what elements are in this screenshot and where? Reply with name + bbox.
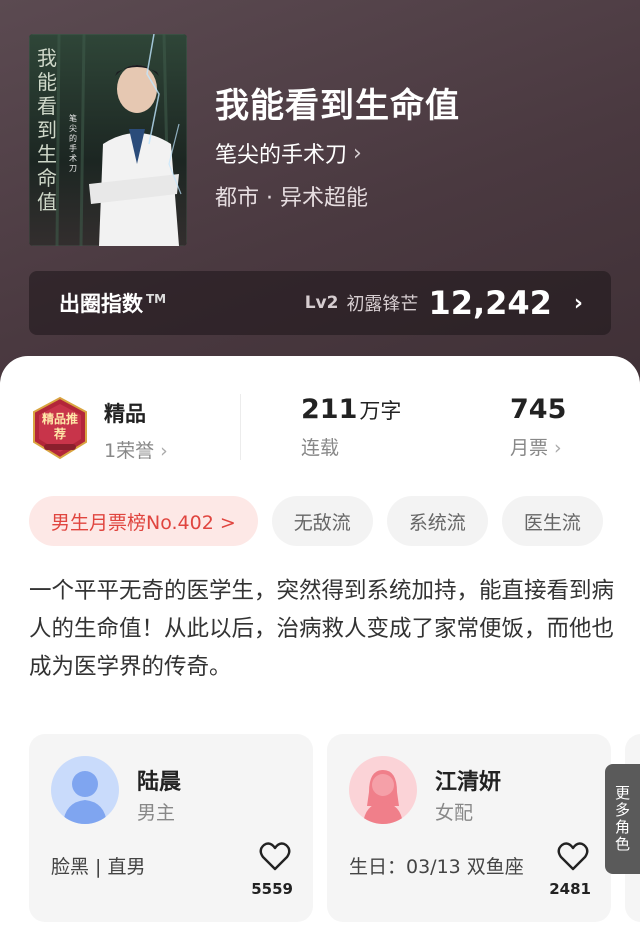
genre-label: 都市 · 异术超能 (215, 186, 368, 211)
chevron-right-icon: › (554, 437, 562, 459)
female-avatar-icon (349, 756, 417, 824)
book-cover[interactable]: 我能看到生命值 笔尖的手术刀 (29, 34, 187, 246)
character-name: 江清妍 (435, 770, 502, 795)
character-name: 陆晨 (137, 770, 182, 795)
level-badge: Lv2 (304, 293, 339, 313)
chevron-right-icon: › (573, 290, 583, 316)
author-link[interactable]: 笔尖的手术刀 › (215, 137, 362, 169)
divider (240, 394, 241, 460)
quality-badge-icon[interactable]: 精品推荐 (30, 396, 90, 460)
serial-status: 连载 (301, 437, 340, 459)
badge-text: 精品推荐 (42, 412, 79, 441)
character-role: 女配 (435, 802, 474, 824)
quality-label: 精品 (104, 402, 146, 426)
author-name: 笔尖的手术刀 (215, 143, 348, 168)
heart-icon[interactable] (259, 842, 291, 872)
word-count-stat: 211万字 连载 (301, 394, 401, 460)
character-card[interactable]: 江清妍 女配 生日：03/13 双鱼座 2481 (327, 734, 611, 922)
book-synopsis[interactable]: 一个平平无奇的医学生，突然得到系统加持，能直接看到病人的生命值！从此以后，治病救… (29, 572, 614, 686)
like-count: 2481 (549, 880, 591, 898)
ticket-count: 745 (510, 394, 567, 425)
index-score: 12,242 (428, 284, 552, 322)
book-header: 我能看到生命值 笔尖的手术刀 我能看到生命值 笔尖的手术刀 › 都市 · 异术超… (0, 0, 640, 400)
chevron-right-icon: › (353, 140, 362, 166)
tag-item[interactable]: 系统流 (386, 496, 488, 546)
quality-stat[interactable]: 精品 1荣誉 › (104, 398, 168, 463)
character-desc: 脸黑 | 直男 (51, 856, 146, 878)
tag-rank[interactable]: 男生月票榜No.402 > (29, 496, 258, 546)
character-card[interactable]: 陆晨 男主 脸黑 | 直男 5559 (29, 734, 313, 922)
trademark-mark: TM (146, 292, 167, 306)
like-count: 5559 (251, 880, 293, 898)
monthly-ticket-stat[interactable]: 745 月票 › (510, 394, 566, 460)
chevron-right-icon: › (160, 440, 168, 462)
tag-item[interactable]: 无敌流 (271, 496, 373, 546)
book-title: 我能看到生命值 (215, 86, 460, 126)
word-unit: 万字 (359, 399, 402, 423)
character-role: 男主 (137, 802, 176, 824)
cover-title: 我能看到生命值 (37, 46, 57, 214)
character-desc: 生日：03/13 双鱼座 (349, 856, 524, 878)
level-name: 初露锋芒 (346, 294, 419, 315)
popularity-index-bar[interactable]: 出圈指数 TM Lv2 初露锋芒 12,242 › (29, 271, 611, 335)
ticket-label: 月票 (510, 437, 549, 459)
cover-author: 笔尖的手术刀 (69, 114, 77, 173)
male-avatar-icon (51, 756, 119, 824)
more-roles-label: 更多角色 (613, 785, 631, 853)
book-info-sheet: 精品推荐 精品 1荣誉 › 211万字 连载 745 月票 › 男生月票榜No.40… (0, 356, 640, 939)
more-roles-button[interactable]: 更多角色 (605, 764, 640, 874)
tag-item[interactable]: 医生流 (501, 496, 603, 546)
index-label: 出圈指数 TM (59, 292, 167, 316)
tag-list: 男生月票榜No.402 > 无敌流 系统流 医生流 (29, 496, 603, 546)
word-count: 211 (301, 394, 358, 425)
heart-icon[interactable] (557, 842, 589, 872)
honor-count: 1荣誉 (104, 440, 155, 462)
